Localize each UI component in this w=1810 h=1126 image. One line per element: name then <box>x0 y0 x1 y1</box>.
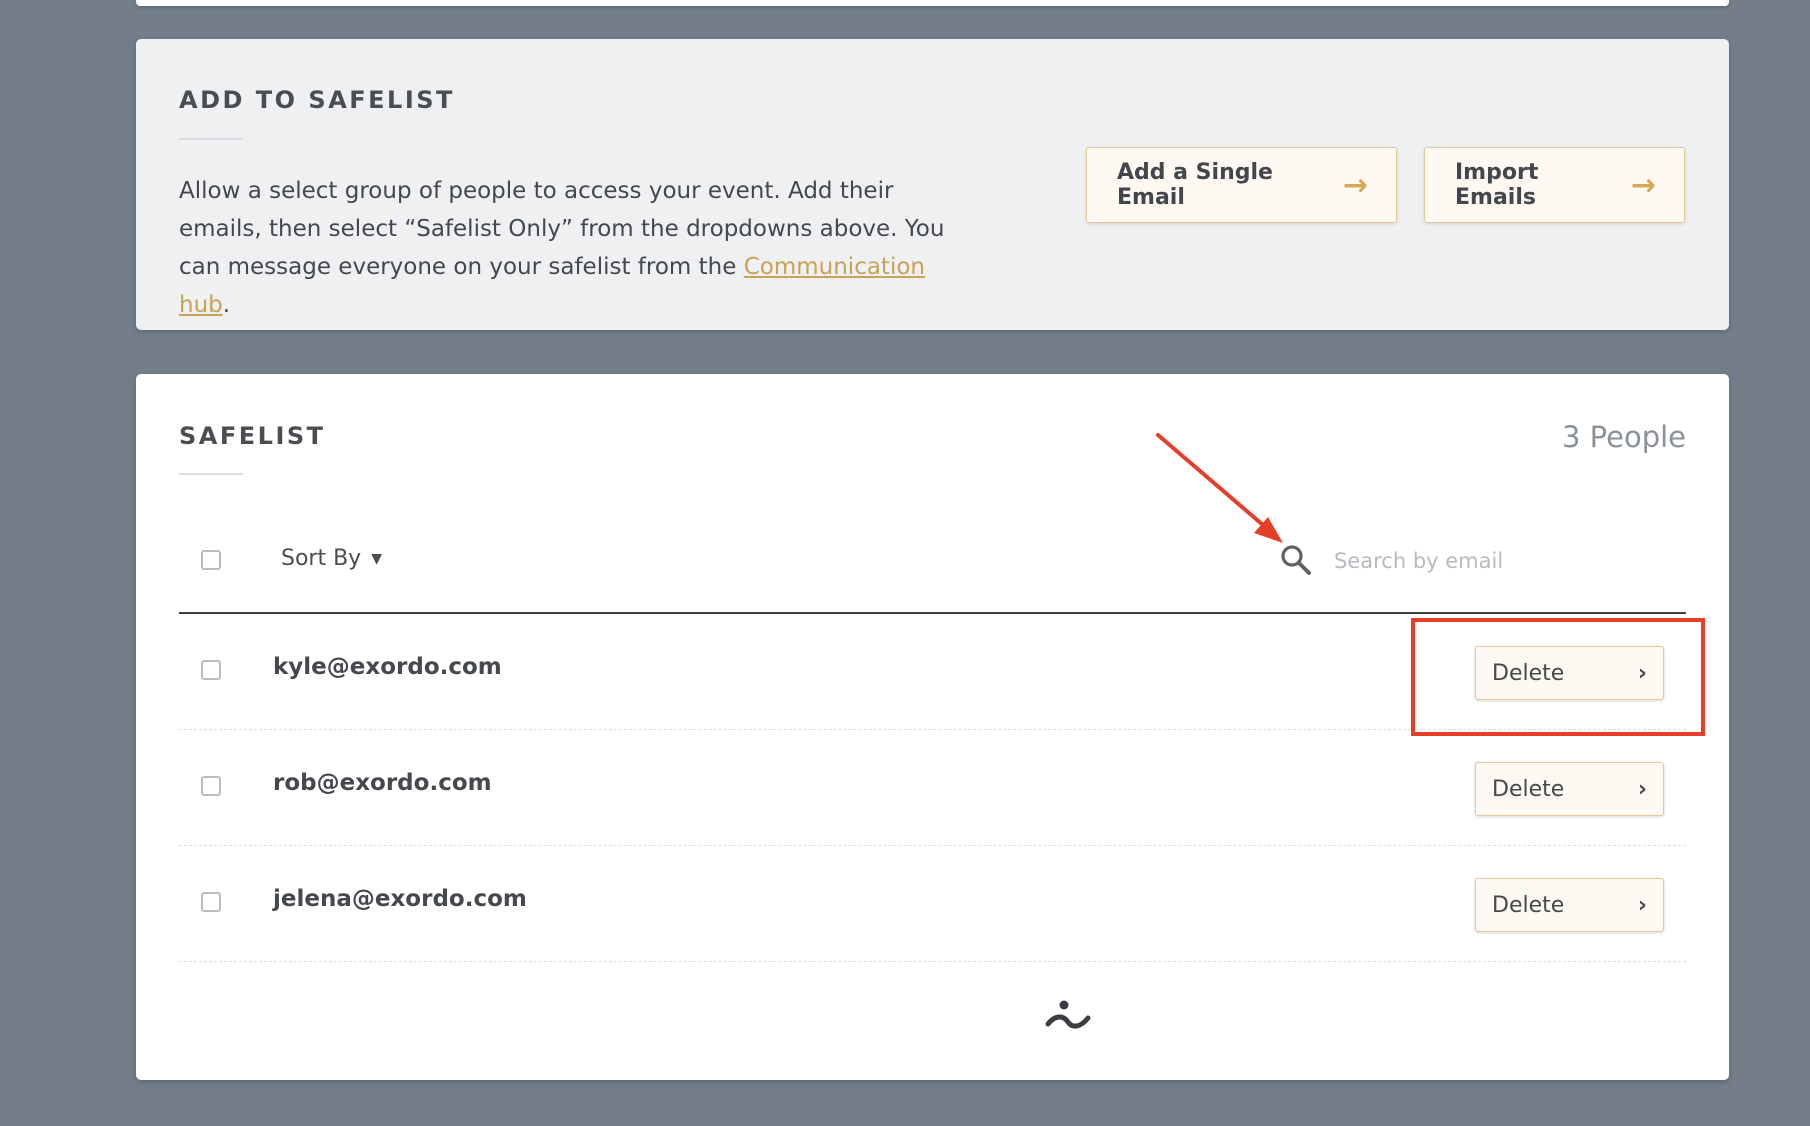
people-count: 3 People <box>1561 420 1686 454</box>
row-checkbox[interactable] <box>201 660 221 680</box>
delete-label: Delete <box>1492 892 1565 918</box>
table-row: rob@exordo.com Delete › <box>179 730 1686 846</box>
chevron-down-icon: ▼ <box>371 550 382 567</box>
arrow-right-icon: → <box>1630 167 1656 203</box>
chevron-right-icon: › <box>1637 660 1647 686</box>
search-input[interactable] <box>1332 542 1636 580</box>
delete-button[interactable]: Delete › <box>1475 762 1664 816</box>
logo-icon <box>1045 1000 1091 1029</box>
add-single-email-button[interactable]: Add a Single Email → <box>1086 147 1397 223</box>
add-single-email-label: Add a Single Email <box>1117 160 1273 210</box>
previous-card-edge <box>136 0 1729 6</box>
sort-by-dropdown[interactable]: Sort By ▼ <box>281 546 382 571</box>
add-section-description: Allow a select group of people to access… <box>179 172 959 324</box>
select-all-checkbox[interactable] <box>201 550 221 570</box>
arrow-right-icon: → <box>1342 167 1368 203</box>
table-row: jelena@exordo.com Delete › <box>179 846 1686 962</box>
chevron-right-icon: › <box>1637 776 1647 802</box>
safelist-card: SAFELIST 3 People Sort By ▼ kyle@exordo.… <box>136 374 1729 1080</box>
delete-button[interactable]: Delete › <box>1475 646 1664 700</box>
add-section-title-underline <box>179 138 243 140</box>
delete-button[interactable]: Delete › <box>1475 878 1664 932</box>
import-emails-label: Import Emails <box>1455 160 1539 210</box>
sort-by-label: Sort By <box>281 546 362 571</box>
row-email: kyle@exordo.com <box>273 654 502 680</box>
row-email: jelena@exordo.com <box>273 886 527 912</box>
chevron-right-icon: › <box>1637 892 1647 918</box>
row-checkbox[interactable] <box>201 776 221 796</box>
safelist-title-underline <box>179 473 243 475</box>
description-end: . <box>222 292 231 318</box>
search-icon[interactable] <box>1279 543 1313 577</box>
row-checkbox[interactable] <box>201 892 221 912</box>
import-emails-button[interactable]: Import Emails → <box>1424 147 1685 223</box>
add-section-title: ADD TO SAFELIST <box>179 86 455 114</box>
row-email: rob@exordo.com <box>273 770 492 796</box>
table-row: kyle@exordo.com Delete › <box>179 614 1686 730</box>
add-to-safelist-card: ADD TO SAFELIST Allow a select group of … <box>136 39 1729 330</box>
delete-label: Delete <box>1492 660 1565 686</box>
delete-label: Delete <box>1492 776 1565 802</box>
safelist-title: SAFELIST <box>179 422 326 450</box>
